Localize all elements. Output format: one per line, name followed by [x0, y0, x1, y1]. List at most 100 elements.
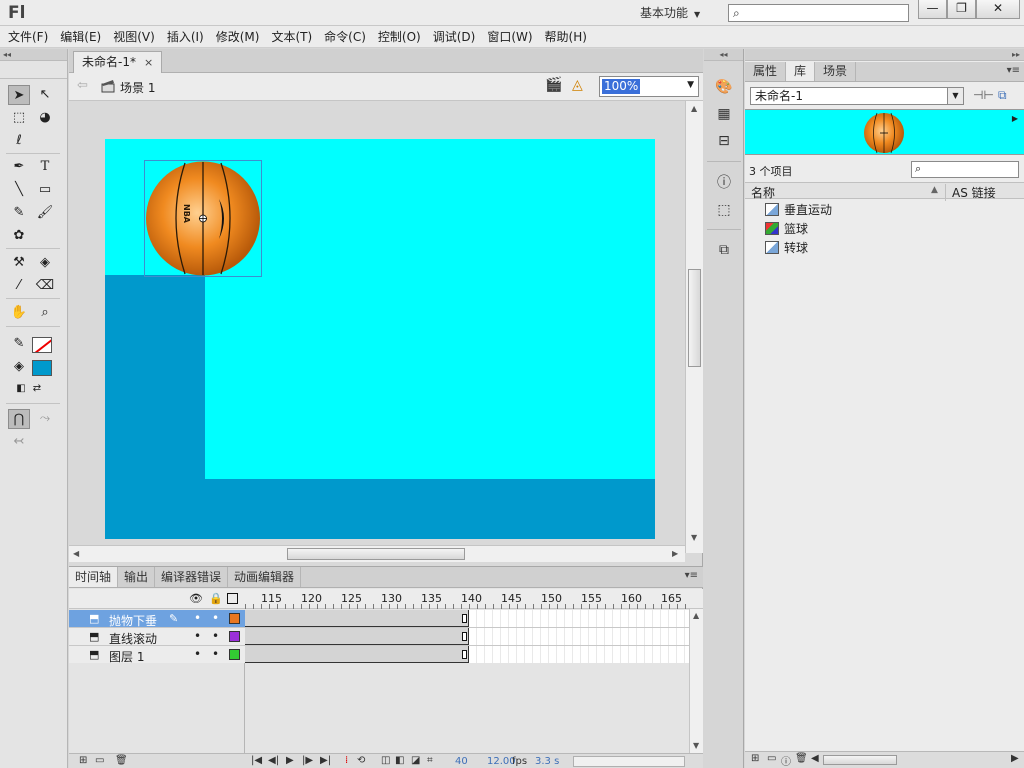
visibility-dot[interactable]: • [194, 629, 201, 643]
text-tool-icon[interactable]: T [34, 157, 56, 177]
timeline-horizontal-scrollbar[interactable] [573, 756, 685, 767]
smooth-icon[interactable]: ⤳ [34, 409, 56, 429]
column-name[interactable]: 名称 [751, 184, 775, 201]
menu-view[interactable]: 视图(V) [107, 27, 161, 47]
back-arrow-icon[interactable]: ⇦ [77, 78, 88, 93]
menu-modify[interactable]: 修改(M) [210, 27, 266, 47]
layer-frames[interactable] [245, 628, 689, 646]
basketball-instance[interactable]: NBA [144, 160, 262, 277]
lock-icon[interactable]: 🔒 [209, 592, 223, 605]
paint-bucket-tool-icon[interactable]: ◈ [34, 253, 56, 273]
onion-skin-icon[interactable]: ◫ [381, 755, 390, 766]
layer-row[interactable]: ⬒ 直线滚动 • • [69, 628, 245, 646]
pen-tool-icon[interactable]: ✒ [8, 157, 30, 177]
layer-row[interactable]: ⬒ 抛物下垂 ✎ • • [69, 610, 245, 628]
menu-debug[interactable]: 调试(D) [427, 27, 482, 47]
maximize-button[interactable]: ❐ [947, 0, 976, 19]
keyframe[interactable] [462, 650, 467, 659]
scroll-left-icon[interactable]: ◀ [811, 753, 819, 764]
play-icon[interactable]: ▶ [286, 755, 294, 766]
stage-shape-left[interactable] [105, 275, 205, 539]
current-frame[interactable]: 40 [455, 756, 468, 767]
selection-tool-icon[interactable]: ➤ [8, 85, 30, 105]
panel-menu-icon[interactable]: ▾≡ [685, 570, 698, 581]
swap-colors-icon[interactable]: ⇄ [26, 379, 48, 399]
play-icon[interactable]: ▶ [1012, 114, 1018, 123]
lock-dot[interactable]: • [212, 611, 219, 625]
library-document-select[interactable]: 未命名-1 ▼ [750, 87, 964, 105]
tab-properties[interactable]: 属性 [745, 62, 787, 81]
frame-span[interactable] [245, 646, 469, 663]
new-folder-icon[interactable]: ▭ [95, 755, 104, 766]
edit-scene-icon[interactable]: 🎬 [545, 77, 562, 93]
tab-motion-editor[interactable]: 动画编辑器 [228, 567, 302, 587]
tab-scene[interactable]: 场景 [815, 62, 857, 81]
components-panel-icon[interactable]: ⧉ [713, 239, 735, 261]
eye-icon[interactable]: 👁 [189, 592, 203, 605]
tab-compiler-errors[interactable]: 编译器错误 [155, 567, 229, 587]
library-item[interactable]: 篮球 [765, 220, 808, 238]
library-search-input[interactable]: ⌕ [911, 161, 1019, 178]
pin-library-icon[interactable]: ⊣⊢ [973, 88, 994, 102]
modify-markers-icon[interactable]: ⌗ [427, 755, 433, 766]
color-panel-icon[interactable]: 🎨 [713, 76, 735, 98]
close-icon[interactable]: × [144, 56, 153, 69]
step-back-icon[interactable]: ◀| [268, 755, 279, 766]
menu-insert[interactable]: 插入(I) [161, 27, 210, 47]
new-layer-icon[interactable]: ⊞ [79, 755, 87, 766]
straighten-icon[interactable]: ↢ [8, 432, 30, 452]
panel-collapse-grip[interactable]: ◂◂ [704, 49, 743, 61]
go-first-icon[interactable]: |◀ [251, 755, 262, 766]
transform-panel-icon[interactable]: ⬚ [713, 199, 735, 221]
visibility-dot[interactable]: • [194, 647, 201, 661]
column-linkage[interactable]: AS 链接 [945, 184, 996, 201]
document-tab[interactable]: 未命名-1* × [73, 51, 163, 73]
3d-rotation-tool-icon[interactable]: ◕ [34, 108, 56, 128]
sort-up-icon[interactable]: ▲ [931, 185, 938, 195]
rectangle-tool-icon[interactable]: ▭ [34, 180, 56, 200]
scroll-thumb[interactable] [287, 548, 465, 560]
new-symbol-icon[interactable]: ⊞ [751, 753, 759, 764]
stage[interactable]: NBA [105, 139, 655, 539]
onion-outline-icon[interactable]: ◧ [395, 755, 404, 766]
visibility-dot[interactable]: • [194, 611, 201, 625]
menu-text[interactable]: 文本(T) [265, 27, 318, 47]
layer-name[interactable]: 直线滚动 [109, 630, 157, 647]
tab-timeline[interactable]: 时间轴 [69, 567, 119, 587]
center-frame-icon[interactable]: ⁞ [345, 755, 348, 766]
outline-icon[interactable] [227, 593, 238, 604]
panel-collapse-grip[interactable]: ◂◂ [0, 49, 67, 61]
scroll-thumb[interactable] [823, 755, 897, 765]
go-last-icon[interactable]: ▶| [320, 755, 331, 766]
edit-multiple-frames-icon[interactable]: ◪ [411, 755, 420, 766]
scroll-up-icon[interactable]: ▲ [691, 104, 697, 113]
line-tool-icon[interactable]: ╲ [8, 180, 30, 200]
tab-library[interactable]: 库 [786, 62, 816, 81]
document-horizontal-scrollbar[interactable]: ◀ ▶ [69, 545, 685, 562]
delete-icon[interactable]: 🗑 [795, 753, 808, 764]
scroll-thumb[interactable] [688, 269, 701, 367]
swatches-panel-icon[interactable]: ▦ [713, 103, 735, 125]
snap-to-objects-icon[interactable]: ⋂ [8, 409, 30, 429]
layer-frames[interactable] [245, 646, 689, 664]
info-panel-icon[interactable]: ⓘ [713, 172, 735, 194]
library-item[interactable]: 垂直运动 [765, 201, 832, 219]
layer-name[interactable]: 抛物下垂 [109, 612, 157, 629]
lasso-tool-icon[interactable]: ℓ [8, 131, 30, 151]
menu-file[interactable]: 文件(F) [2, 27, 54, 47]
layer-row[interactable]: ⬒ 图层 1 • • [69, 646, 245, 664]
menu-window[interactable]: 窗口(W) [481, 27, 538, 47]
workspace-switcher[interactable]: 基本功能 ▼ [634, 4, 706, 22]
library-item[interactable]: 转球 [765, 239, 808, 257]
fill-color-icon[interactable]: ◈ [8, 357, 30, 377]
document-vertical-scrollbar[interactable]: ▲ ▼ [685, 101, 703, 553]
layer-frames[interactable] [245, 610, 689, 628]
edit-symbols-icon[interactable]: ◬ [572, 77, 583, 93]
stroke-color-icon[interactable]: ✎ [8, 334, 30, 354]
new-folder-icon[interactable]: ▭ [767, 753, 776, 764]
scroll-right-icon[interactable]: ▶ [672, 549, 678, 558]
menu-commands[interactable]: 命令(C) [318, 27, 372, 47]
stroke-color-swatch[interactable] [32, 337, 52, 353]
menu-edit[interactable]: 编辑(E) [54, 27, 107, 47]
hand-tool-icon[interactable]: ✋ [8, 303, 30, 323]
